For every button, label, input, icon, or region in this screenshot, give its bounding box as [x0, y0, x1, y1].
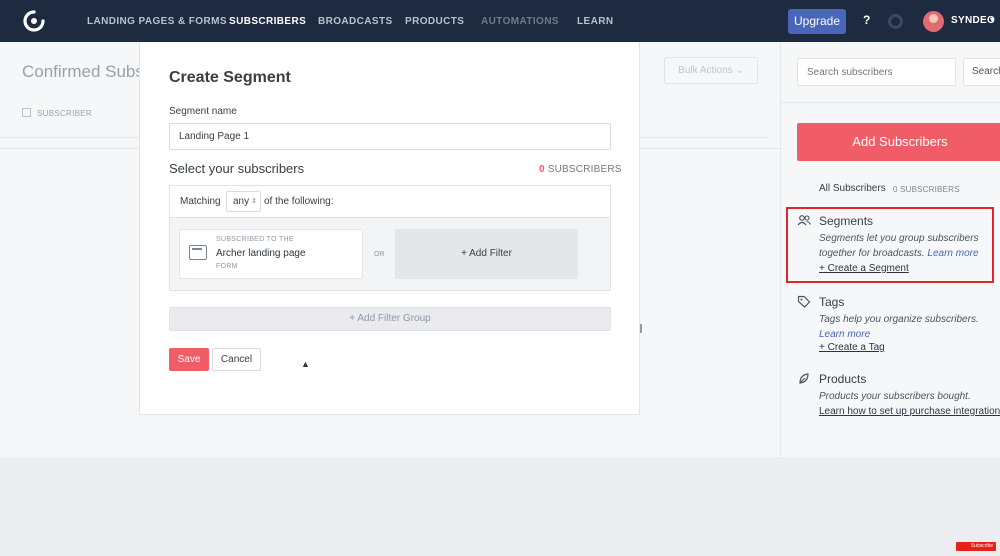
matching-select-value: any — [233, 196, 250, 207]
products-description: Products your subscribers bought. — [819, 391, 971, 402]
convertkit-logo-icon[interactable] — [22, 10, 46, 32]
search-button[interactable]: Search — [963, 58, 1000, 86]
product-icon — [799, 373, 809, 384]
nav-learn[interactable]: LEARN — [577, 0, 613, 42]
all-subscribers-count: 0 SUBSCRIBERS — [893, 185, 960, 194]
loading-spinner-icon — [888, 14, 903, 29]
modal-title: Create Segment — [169, 69, 291, 86]
form-icon — [189, 245, 207, 260]
segment-name-label: Segment name — [169, 106, 237, 117]
segment-name-input[interactable]: Landing Page 1 — [169, 123, 611, 150]
products-title: Products — [819, 372, 867, 386]
upgrade-button[interactable]: Upgrade — [788, 9, 846, 34]
tags-description: Tags help you organize subscribers. Lear… — [819, 312, 1000, 342]
users-icon — [797, 215, 811, 226]
matching-select[interactable]: any ⇕ — [226, 191, 261, 212]
tags-description-text: Tags help you organize subscribers. — [819, 314, 979, 325]
nav-products[interactable]: PRODUCTS — [405, 0, 464, 42]
or-separator: OR — [374, 251, 385, 258]
subscribe-badge[interactable]: Subscribe — [956, 542, 996, 551]
filter-condition-label: SUBSCRIBED TO THE — [216, 236, 294, 243]
filter-form-name: Archer landing page — [216, 248, 306, 259]
bulk-actions-button[interactable]: Bulk Actions ⌄ — [664, 57, 758, 84]
nav-subscribers[interactable]: SUBSCRIBERS — [229, 0, 306, 42]
matching-label: Matching — [180, 196, 221, 207]
page-title: Confirmed Subs — [22, 62, 144, 81]
avatar[interactable] — [923, 11, 944, 32]
chevron-down-icon[interactable]: ▾ — [990, 15, 994, 24]
create-segment-link[interactable]: + Create a Segment — [819, 263, 909, 274]
segments-description: Segments let you group subscribers toget… — [819, 231, 1000, 261]
purchase-integrations-link[interactable]: Learn how to set up purchase integration… — [819, 406, 1000, 417]
nav-broadcasts[interactable]: BROADCASTS — [318, 0, 393, 42]
select-arrows-icon: ⇕ — [251, 198, 257, 205]
add-filter-group-button[interactable]: + Add Filter Group — [169, 307, 611, 331]
select-all-checkbox[interactable] — [22, 108, 31, 117]
tag-icon — [797, 295, 811, 308]
add-subscribers-button[interactable]: Add Subscribers — [797, 123, 1000, 161]
cancel-button[interactable]: Cancel — [212, 348, 261, 371]
user-name[interactable]: SYNDEO — [951, 15, 995, 26]
subscriber-count-label: SUBSCRIBERS — [547, 164, 622, 175]
filter-type-label: FORM — [216, 263, 238, 270]
nav-automations[interactable]: AUTOMATIONS — [481, 0, 559, 42]
help-icon[interactable]: ? — [863, 13, 870, 27]
subscriber-count: 0 SUBSCRIBERS — [539, 164, 622, 175]
all-subscribers-link[interactable]: All Subscribers — [819, 183, 886, 194]
subscriber-count-number: 0 — [539, 164, 545, 175]
mouse-cursor-icon: ▲ — [301, 359, 310, 369]
column-header-subscriber[interactable]: SUBSCRIBER — [37, 109, 92, 118]
add-filter-button[interactable]: + Add Filter — [395, 229, 578, 279]
top-nav: LANDING PAGES & FORMS SUBSCRIBERS BROADC… — [0, 0, 1000, 42]
segments-learn-more-link[interactable]: Learn more — [927, 248, 978, 259]
search-input[interactable] — [797, 58, 956, 86]
select-subscribers-heading: Select your subscribers — [169, 161, 305, 176]
segments-title: Segments — [819, 214, 874, 228]
tags-learn-more-link[interactable]: Learn more — [819, 329, 870, 340]
save-button[interactable]: Save — [169, 348, 209, 371]
divider — [780, 102, 1000, 103]
nav-landing-pages[interactable]: LANDING PAGES & FORMS — [87, 0, 227, 42]
create-tag-link[interactable]: + Create a Tag — [819, 342, 885, 353]
matching-suffix: of the following: — [264, 196, 334, 207]
resize-handle-icon — [640, 324, 642, 333]
tags-title: Tags — [819, 295, 845, 309]
